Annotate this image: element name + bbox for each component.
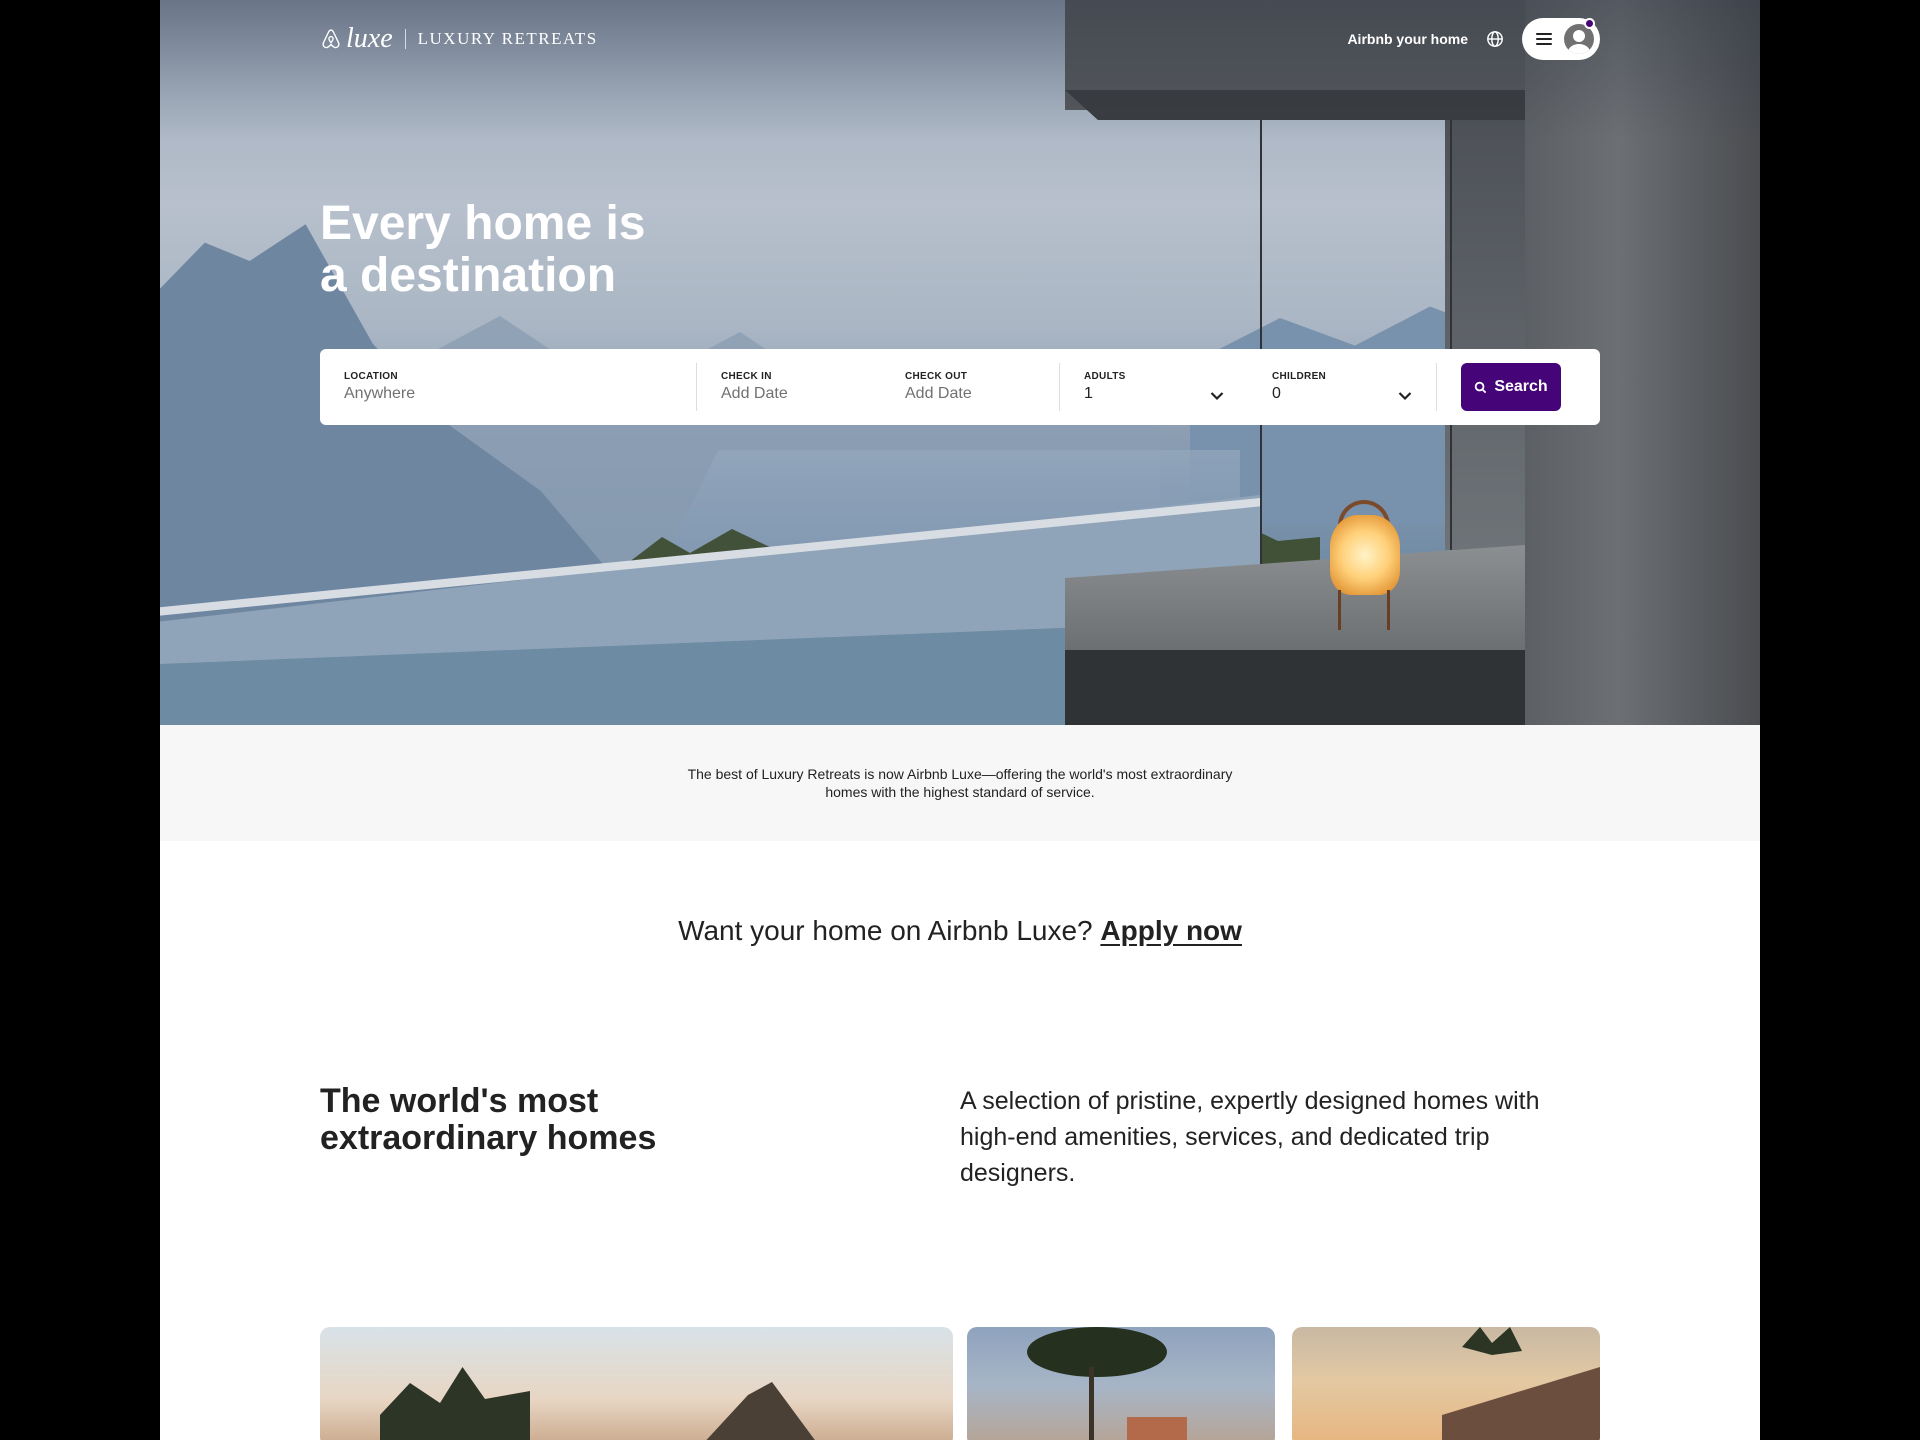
logo-retreats-text: LUXURY RETREATS xyxy=(417,29,598,48)
card-image-roof xyxy=(1442,1367,1600,1440)
checkout-field[interactable]: CHECK OUT Add Date xyxy=(881,349,1059,425)
hero-headline: Every home is a destination xyxy=(320,198,820,302)
card-image-palms xyxy=(380,1367,530,1440)
hero-terrace-front xyxy=(1065,650,1525,725)
home-card[interactable] xyxy=(1292,1327,1600,1440)
section-description: A selection of pristine, expertly design… xyxy=(960,1087,1540,1187)
checkin-field[interactable]: CHECK IN Add Date xyxy=(697,349,881,425)
checkout-label: CHECK OUT xyxy=(905,371,968,382)
children-label: CHILDREN xyxy=(1272,371,1327,382)
search-button[interactable]: Search xyxy=(1461,363,1561,411)
adults-select[interactable]: ADULTS 1 xyxy=(1060,349,1248,425)
card-image-pine xyxy=(1027,1327,1167,1377)
info-text: The best of Luxury Retreats is now Airbn… xyxy=(687,766,1233,800)
children-select[interactable]: CHILDREN 0 xyxy=(1248,349,1436,425)
card-image-villa xyxy=(1127,1417,1187,1440)
host-link[interactable]: Airbnb your home xyxy=(1347,31,1468,47)
globe-icon[interactable] xyxy=(1486,30,1504,48)
page: luxe LUXURY RETREATS Airbnb your home Ev… xyxy=(160,0,1760,1440)
user-menu-button[interactable] xyxy=(1522,18,1600,60)
nav-actions: Airbnb your home xyxy=(1347,18,1600,60)
airbnb-logo-icon xyxy=(322,29,340,49)
checkout-input[interactable]: Add Date xyxy=(905,385,1059,403)
search-bar: LOCATION Anywhere CHECK IN Add Date CHEC… xyxy=(320,349,1600,425)
checkin-input[interactable]: Add Date xyxy=(721,385,881,403)
card-image-palm xyxy=(1462,1327,1522,1355)
home-card[interactable] xyxy=(967,1327,1275,1440)
hero-lamp xyxy=(1330,515,1400,595)
location-label: LOCATION xyxy=(344,371,398,382)
section-title: The world's most extraordinary homes xyxy=(320,1082,657,1157)
hero-headline-line1: Every home is xyxy=(320,197,646,250)
chevron-down-icon xyxy=(1398,392,1412,401)
hero-banner: luxe LUXURY RETREATS Airbnb your home Ev… xyxy=(160,0,1760,725)
hero-glass-frame xyxy=(1450,110,1452,550)
notification-dot xyxy=(1584,18,1595,29)
card-image-pine-trunk xyxy=(1089,1367,1094,1440)
location-input[interactable]: Anywhere xyxy=(344,385,696,403)
home-card[interactable] xyxy=(320,1327,953,1440)
apply-banner: Want your home on Airbnb Luxe? Apply now xyxy=(160,915,1760,947)
site-logo[interactable]: luxe LUXURY RETREATS xyxy=(320,25,598,53)
info-strip: The best of Luxury Retreats is now Airbn… xyxy=(160,725,1760,841)
checkin-label: CHECK IN xyxy=(721,371,772,382)
hero-lamp-legs xyxy=(1338,590,1390,630)
logo-luxe-text: luxe xyxy=(346,23,393,54)
hero-building-interior xyxy=(1445,110,1525,550)
search-icon xyxy=(1475,381,1487,393)
card-image-rock xyxy=(700,1382,820,1440)
adults-label: ADULTS xyxy=(1084,371,1126,382)
logo-divider xyxy=(404,29,406,49)
location-field[interactable]: LOCATION Anywhere xyxy=(320,349,696,425)
menu-icon xyxy=(1536,33,1552,45)
chevron-down-icon xyxy=(1210,392,1224,401)
hero-headline-line2: a destination xyxy=(320,249,617,302)
apply-now-link[interactable]: Apply now xyxy=(1100,915,1242,946)
apply-prefix: Want your home on Airbnb Luxe? xyxy=(678,915,1093,946)
search-button-label: Search xyxy=(1494,378,1548,395)
search-divider xyxy=(1436,363,1437,411)
